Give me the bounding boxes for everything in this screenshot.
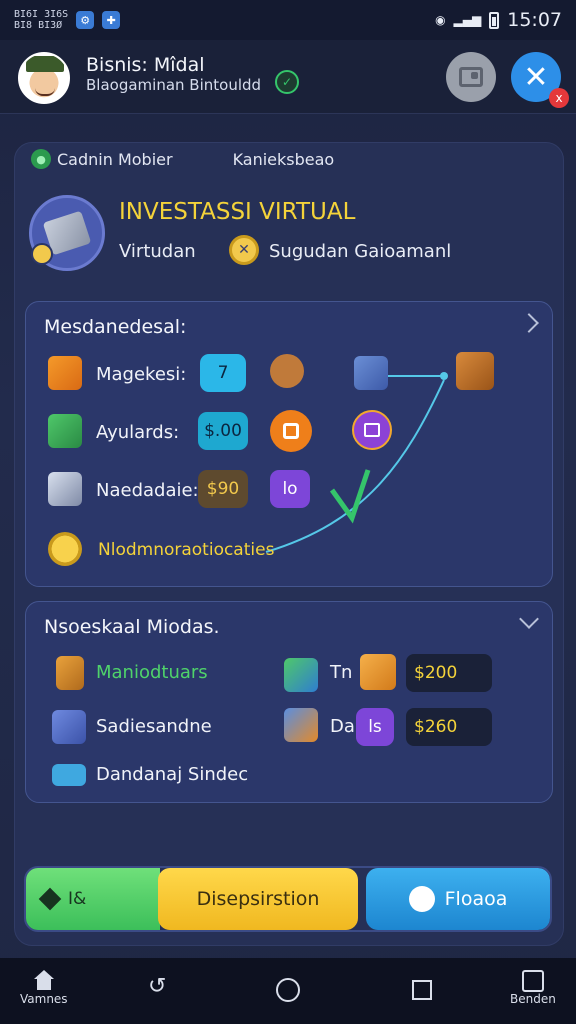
package-icon bbox=[284, 708, 318, 742]
header-title: Bisnis: Mîdal bbox=[86, 54, 205, 76]
panel-mesdanedesal: Mesdanedesal: Magekesi: 7 Ayulards: $.00… bbox=[25, 301, 553, 587]
nav-home-label: Vamnes bbox=[20, 992, 68, 1006]
system-nav-bar: Vamnes ↺ Benden bbox=[0, 958, 576, 1024]
layers-icon bbox=[52, 710, 86, 744]
gold-coins-icon bbox=[48, 532, 82, 566]
nav-right[interactable]: Benden bbox=[510, 970, 556, 1006]
envelope-shape bbox=[364, 423, 380, 437]
row-label-magekesi: Magekesi: bbox=[96, 364, 187, 385]
pencil-icon bbox=[48, 356, 82, 390]
printer-icon bbox=[354, 356, 388, 390]
action-bar: I& Disepsirstion Floaoa bbox=[24, 866, 552, 932]
action-a-label: I& bbox=[68, 889, 87, 909]
growth-chart-icon bbox=[284, 658, 318, 692]
nav-right-label: Benden bbox=[510, 992, 556, 1006]
square-icon bbox=[283, 423, 299, 439]
action-b-label: Disepsirstion bbox=[196, 888, 320, 910]
circle-home-icon bbox=[276, 978, 300, 1002]
hero-title: INVESTASSI VIRTUAL bbox=[119, 199, 356, 225]
app-notification-icon: ⚙ bbox=[76, 11, 95, 29]
row-label-da: Da bbox=[330, 716, 355, 737]
tools-icon bbox=[270, 354, 304, 388]
crate-icon bbox=[456, 352, 494, 390]
hero-subtitle-left: Virtudan bbox=[119, 241, 196, 262]
status-left: BI6I 3I6S BI8 BI3Ø ⚙ ✚ bbox=[14, 9, 121, 31]
action-button-green[interactable]: I& bbox=[26, 868, 160, 930]
row-label-naedadaie: Naedadaie: bbox=[96, 480, 199, 501]
signal-icon: ▂▄▆ bbox=[453, 13, 482, 27]
nav-home[interactable]: Vamnes bbox=[20, 970, 68, 1006]
status-codes: BI6I 3I6S BI8 BI3Ø bbox=[14, 9, 68, 31]
nav-home-circle[interactable] bbox=[276, 978, 300, 1002]
row-label-dandanaj-sindec[interactable]: Dandanaj Sindec bbox=[96, 764, 248, 785]
row-label-maniodtuars: Maniodtuars bbox=[96, 662, 208, 683]
photo-icon bbox=[459, 67, 483, 87]
home-icon bbox=[32, 970, 56, 992]
chat-icon bbox=[408, 886, 435, 912]
purple-ls-badge[interactable]: ls bbox=[356, 708, 394, 746]
value-pill-magekesi[interactable]: 7 bbox=[200, 354, 246, 392]
tag-icon bbox=[52, 764, 86, 786]
vibrate-icon: ◉ bbox=[435, 13, 446, 27]
link-kanieksbeao[interactable]: Kanieksbeao bbox=[233, 150, 335, 169]
verified-icon: ✓ bbox=[275, 70, 299, 94]
row-label-tn: Tn bbox=[330, 662, 353, 683]
hero-badge-icon bbox=[31, 243, 53, 265]
nav-recents[interactable] bbox=[412, 980, 432, 1000]
status-code-line-1: BI6I 3I6S bbox=[14, 9, 69, 20]
status-right: ◉ ▂▄▆ 15:07 bbox=[435, 9, 562, 31]
document-nav-icon bbox=[521, 970, 544, 992]
main-card: ● Cadnin Mobier Kanieksbeao INVESTASSI V… bbox=[14, 142, 564, 946]
photo-button[interactable] bbox=[446, 52, 496, 102]
avatar[interactable] bbox=[18, 52, 70, 104]
value-pill-200[interactable]: $200 bbox=[406, 654, 492, 692]
leaf-icon: ● bbox=[31, 149, 51, 169]
close-badge-icon: x bbox=[549, 88, 569, 108]
action-button-blue[interactable]: Floaoa bbox=[366, 868, 550, 930]
link-cadnin-mobier[interactable]: Cadnin Mobier bbox=[57, 150, 173, 169]
header-subtitle: Blaogaminan Bintouldd bbox=[86, 76, 262, 94]
app-notification-icon-2: ✚ bbox=[102, 11, 121, 29]
panel-nsoeskaal-miodas: Nsoeskaal Miodas. Maniodtuars Tn $200 Sa… bbox=[25, 601, 553, 803]
panel-2-title: Nsoeskaal Miodas. bbox=[44, 616, 220, 638]
ledger-icon bbox=[48, 472, 82, 506]
status-time: 15:07 bbox=[507, 9, 562, 31]
row-label-sadiesandne: Sadiesandne bbox=[96, 716, 212, 737]
flow-line-2 bbox=[265, 379, 445, 553]
back-icon: ↺ bbox=[148, 974, 167, 999]
orange-action-button[interactable] bbox=[270, 410, 312, 452]
row-label-ayulards: Ayulards: bbox=[96, 422, 180, 443]
top-links: ● Cadnin Mobier Kanieksbeao bbox=[31, 149, 334, 169]
coin-icon: ✕ bbox=[229, 235, 259, 265]
action-button-yellow[interactable]: Disepsirstion bbox=[158, 868, 358, 930]
mail-icon[interactable] bbox=[352, 410, 392, 450]
value-pill-ayulards[interactable]: $.00 bbox=[198, 412, 248, 450]
status-code-line-2: BI8 BI3Ø bbox=[14, 20, 63, 31]
diamond-icon bbox=[38, 887, 62, 911]
value-pill-naedadaie[interactable]: $90 bbox=[198, 470, 248, 508]
recents-icon bbox=[412, 980, 432, 1000]
action-c-label: Floaoa bbox=[444, 888, 508, 910]
cash-stack-icon bbox=[48, 414, 82, 448]
value-pill-260[interactable]: $260 bbox=[406, 708, 492, 746]
status-bar: BI6I 3I6S BI8 BI3Ø ⚙ ✚ ◉ ▂▄▆ 15:07 bbox=[0, 0, 576, 40]
chevron-down-icon[interactable] bbox=[519, 609, 539, 629]
flow-node bbox=[440, 372, 448, 380]
hero-subtitle-right: Sugudan Gaioamanl bbox=[269, 241, 452, 262]
panel-1-note[interactable]: Nlodmnoraotiocaties bbox=[98, 540, 274, 560]
purple-badge-button[interactable]: lo bbox=[270, 470, 310, 508]
header: Bisnis: Mîdal Blaogaminan Bintouldd ✓ ✕ … bbox=[0, 40, 576, 114]
battery-icon bbox=[489, 11, 500, 29]
box-icon bbox=[360, 654, 396, 690]
nav-back[interactable]: ↺ bbox=[148, 974, 166, 999]
document-icon bbox=[56, 656, 84, 690]
